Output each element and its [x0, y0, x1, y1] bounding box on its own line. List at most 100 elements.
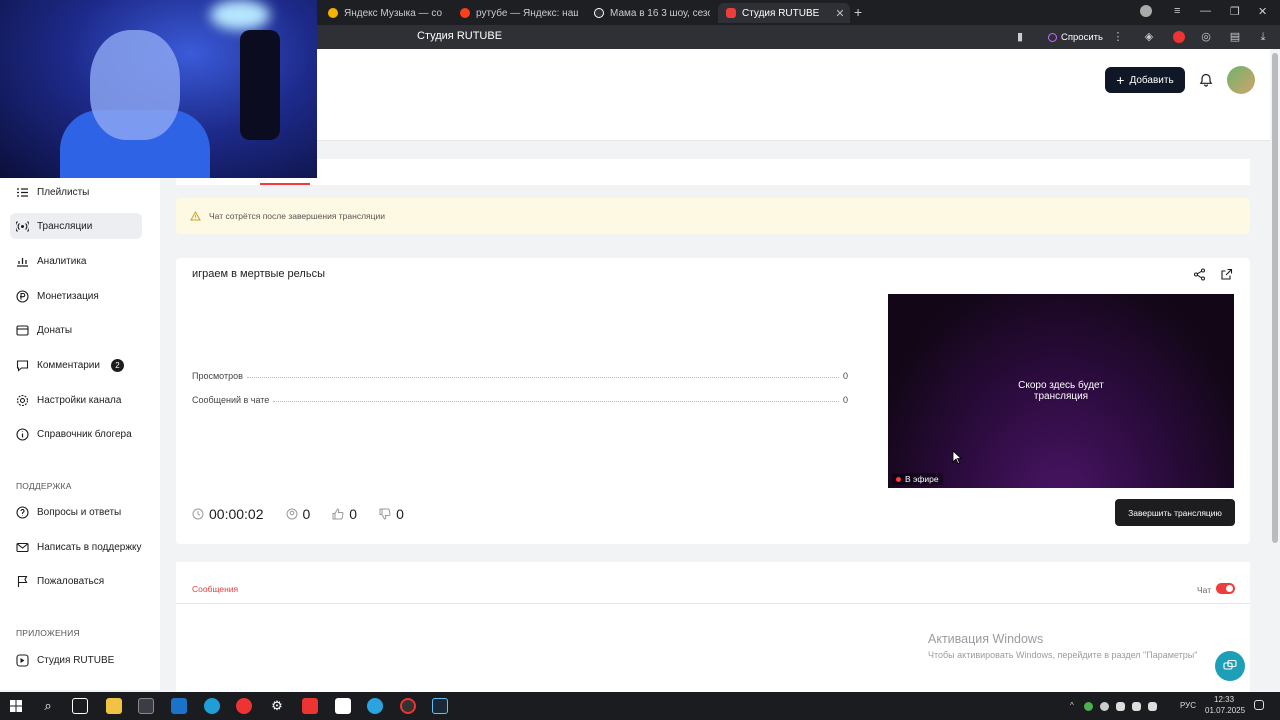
minimize-icon[interactable]: — [1200, 5, 1211, 17]
stat-label: Просмотров [192, 371, 243, 381]
windows-activation-watermark: Активация Windows Чтобы активировать Win… [928, 632, 1197, 660]
extension-icon[interactable]: ◈ [1143, 31, 1155, 43]
menu-icon[interactable]: ≡ [1174, 5, 1180, 17]
windows-start-icon[interactable] [8, 698, 24, 714]
live-dot-icon [896, 476, 901, 482]
stat-leader-dots [246, 377, 839, 378]
sidebar-item-write-support[interactable]: Написать в поддержку [10, 534, 142, 560]
settings-gear-icon[interactable]: ⚙ [269, 698, 285, 714]
sidebar-item-label: Трансляции [37, 220, 93, 232]
stat-value: 0 [842, 395, 848, 405]
sidebar-item-playlists[interactable]: Плейлисты [10, 179, 142, 205]
likes-value: 0 [349, 506, 358, 522]
settings-icon [16, 394, 29, 406]
donations-icon [16, 324, 29, 336]
browser-tab-mama-v-16[interactable]: Мама в 16 3 шоу, сезон 1 [586, 3, 710, 23]
browser-tab-yandex-music[interactable]: Яндекс Музыка — собир [320, 3, 442, 23]
external-link-icon[interactable] [1220, 268, 1233, 281]
profile-icon[interactable] [1140, 5, 1152, 17]
obs-icon[interactable] [400, 698, 416, 714]
outlook-icon[interactable] [171, 698, 187, 714]
sidebar-item-rutube-studio-app[interactable]: Студия RUTUBE [10, 647, 142, 673]
add-button[interactable]: + Добавить [1105, 67, 1185, 93]
comments-count-badge: 2 [110, 358, 124, 372]
store-icon[interactable] [138, 698, 154, 714]
close-icon[interactable]: ✕ [835, 7, 844, 20]
sidebar-item-broadcasts[interactable]: Трансляции [10, 213, 142, 239]
tray-app-icon[interactable] [1116, 702, 1125, 711]
sidebar-item-label: Донаты [37, 324, 73, 336]
duration-counter: 00:00:02 [192, 506, 264, 522]
sidebar-item-faq[interactable]: Вопросы и ответы [10, 499, 142, 525]
browser-tab-yandex-search[interactable]: рутубе — Яндекс: нашлос [452, 3, 578, 23]
page-scrollbar[interactable] [1270, 49, 1280, 692]
avatar[interactable] [1227, 66, 1255, 94]
sidebar-item-label: Комментарии [37, 359, 100, 371]
task-view-icon[interactable] [72, 698, 88, 714]
collections-icon[interactable]: ▤ [1229, 31, 1241, 43]
download-icon[interactable]: ⤓ [1257, 31, 1269, 43]
tray-app-icon[interactable] [1100, 702, 1109, 711]
stream-preview[interactable]: Скоро здесь будет трансляция В эфире [888, 294, 1234, 488]
viewers-value: 0 [302, 506, 311, 522]
dislikes-counter: 0 [379, 506, 404, 522]
end-stream-button[interactable]: Завершить трансляцию [1115, 499, 1235, 526]
page-title-address[interactable]: Студия RUTUBE [417, 30, 502, 42]
file-explorer-icon[interactable] [106, 698, 122, 714]
clock-time[interactable]: 12:33 [1214, 695, 1234, 704]
tab-messages[interactable]: Сообщения [192, 584, 238, 594]
ask-ai-button[interactable]: Спросить [1042, 29, 1109, 45]
edge-icon[interactable] [204, 698, 220, 714]
help-chat-button[interactable] [1215, 651, 1245, 681]
steam-icon[interactable] [432, 698, 448, 714]
record-icon[interactable] [1173, 31, 1185, 43]
sidebar-item-label: Настройки канала [37, 394, 122, 406]
chat-bubbles-icon [1223, 659, 1237, 670]
bookmark-icon[interactable]: ▮ [1014, 31, 1026, 43]
telegram-icon[interactable] [367, 698, 383, 714]
window-close-icon[interactable]: ✕ [1258, 5, 1267, 18]
stat-value: 0 [842, 371, 848, 381]
new-tab-button[interactable]: + [854, 4, 862, 20]
volume-icon[interactable] [1148, 702, 1157, 711]
webcam-light [210, 0, 270, 30]
sidebar-item-blogger-guide[interactable]: Справочник блогера [10, 421, 142, 447]
screenshot-icon[interactable]: ◎ [1200, 31, 1212, 43]
stat-label: Сообщений в чате [192, 395, 270, 405]
notifications-icon[interactable] [1254, 700, 1264, 710]
bell-icon[interactable] [1199, 73, 1213, 87]
viewers-icon [286, 508, 297, 520]
section-tabs [176, 159, 1250, 185]
sidebar-item-channel-settings[interactable]: Настройки канала [10, 387, 142, 413]
chat-toggle[interactable] [1216, 583, 1235, 594]
tray-arrow-icon[interactable]: ^ [1070, 702, 1078, 710]
preview-placeholder-text: Скоро здесь будет трансляция [888, 380, 1234, 402]
sidebar-section-apps: ПРИЛОЖЕНИЯ [16, 628, 80, 638]
clock-icon [192, 508, 204, 520]
activation-title: Активация Windows [928, 632, 1044, 646]
restore-icon[interactable]: ❐ [1230, 5, 1240, 18]
clock-date[interactable]: 01.07.2025 [1205, 706, 1245, 715]
divider [176, 603, 1250, 604]
scrollbar-thumb[interactable] [1272, 53, 1278, 543]
language-indicator[interactable]: РУС [1180, 701, 1196, 710]
browser-tab-rutube-studio[interactable]: Студия RUTUBE ✕ [718, 3, 850, 23]
plus-icon: + [1116, 72, 1125, 88]
app-icon[interactable] [335, 698, 351, 714]
sidebar-item-comments[interactable]: Комментарии 2 [10, 352, 142, 378]
sidebar-item-donations[interactable]: Донаты [10, 317, 142, 343]
network-icon[interactable] [1132, 702, 1141, 711]
sidebar-item-label: Справочник блогера [37, 428, 132, 440]
rutube-icon [594, 8, 604, 18]
share-icon[interactable] [1193, 268, 1206, 281]
sidebar-item-report[interactable]: Пожаловаться [10, 568, 142, 594]
tray-app-icon[interactable] [1084, 702, 1093, 711]
add-label: Добавить [1129, 74, 1174, 86]
search-icon[interactable]: ⌕ [40, 698, 56, 714]
yandex-browser-icon[interactable] [236, 698, 252, 714]
more-icon[interactable]: ⋮ [1112, 31, 1124, 43]
sidebar-item-label: Аналитика [37, 255, 87, 267]
yandex-icon[interactable] [302, 698, 318, 714]
sidebar-item-analytics[interactable]: Аналитика [10, 248, 142, 274]
sidebar-item-monetization[interactable]: Монетизация [10, 283, 142, 309]
